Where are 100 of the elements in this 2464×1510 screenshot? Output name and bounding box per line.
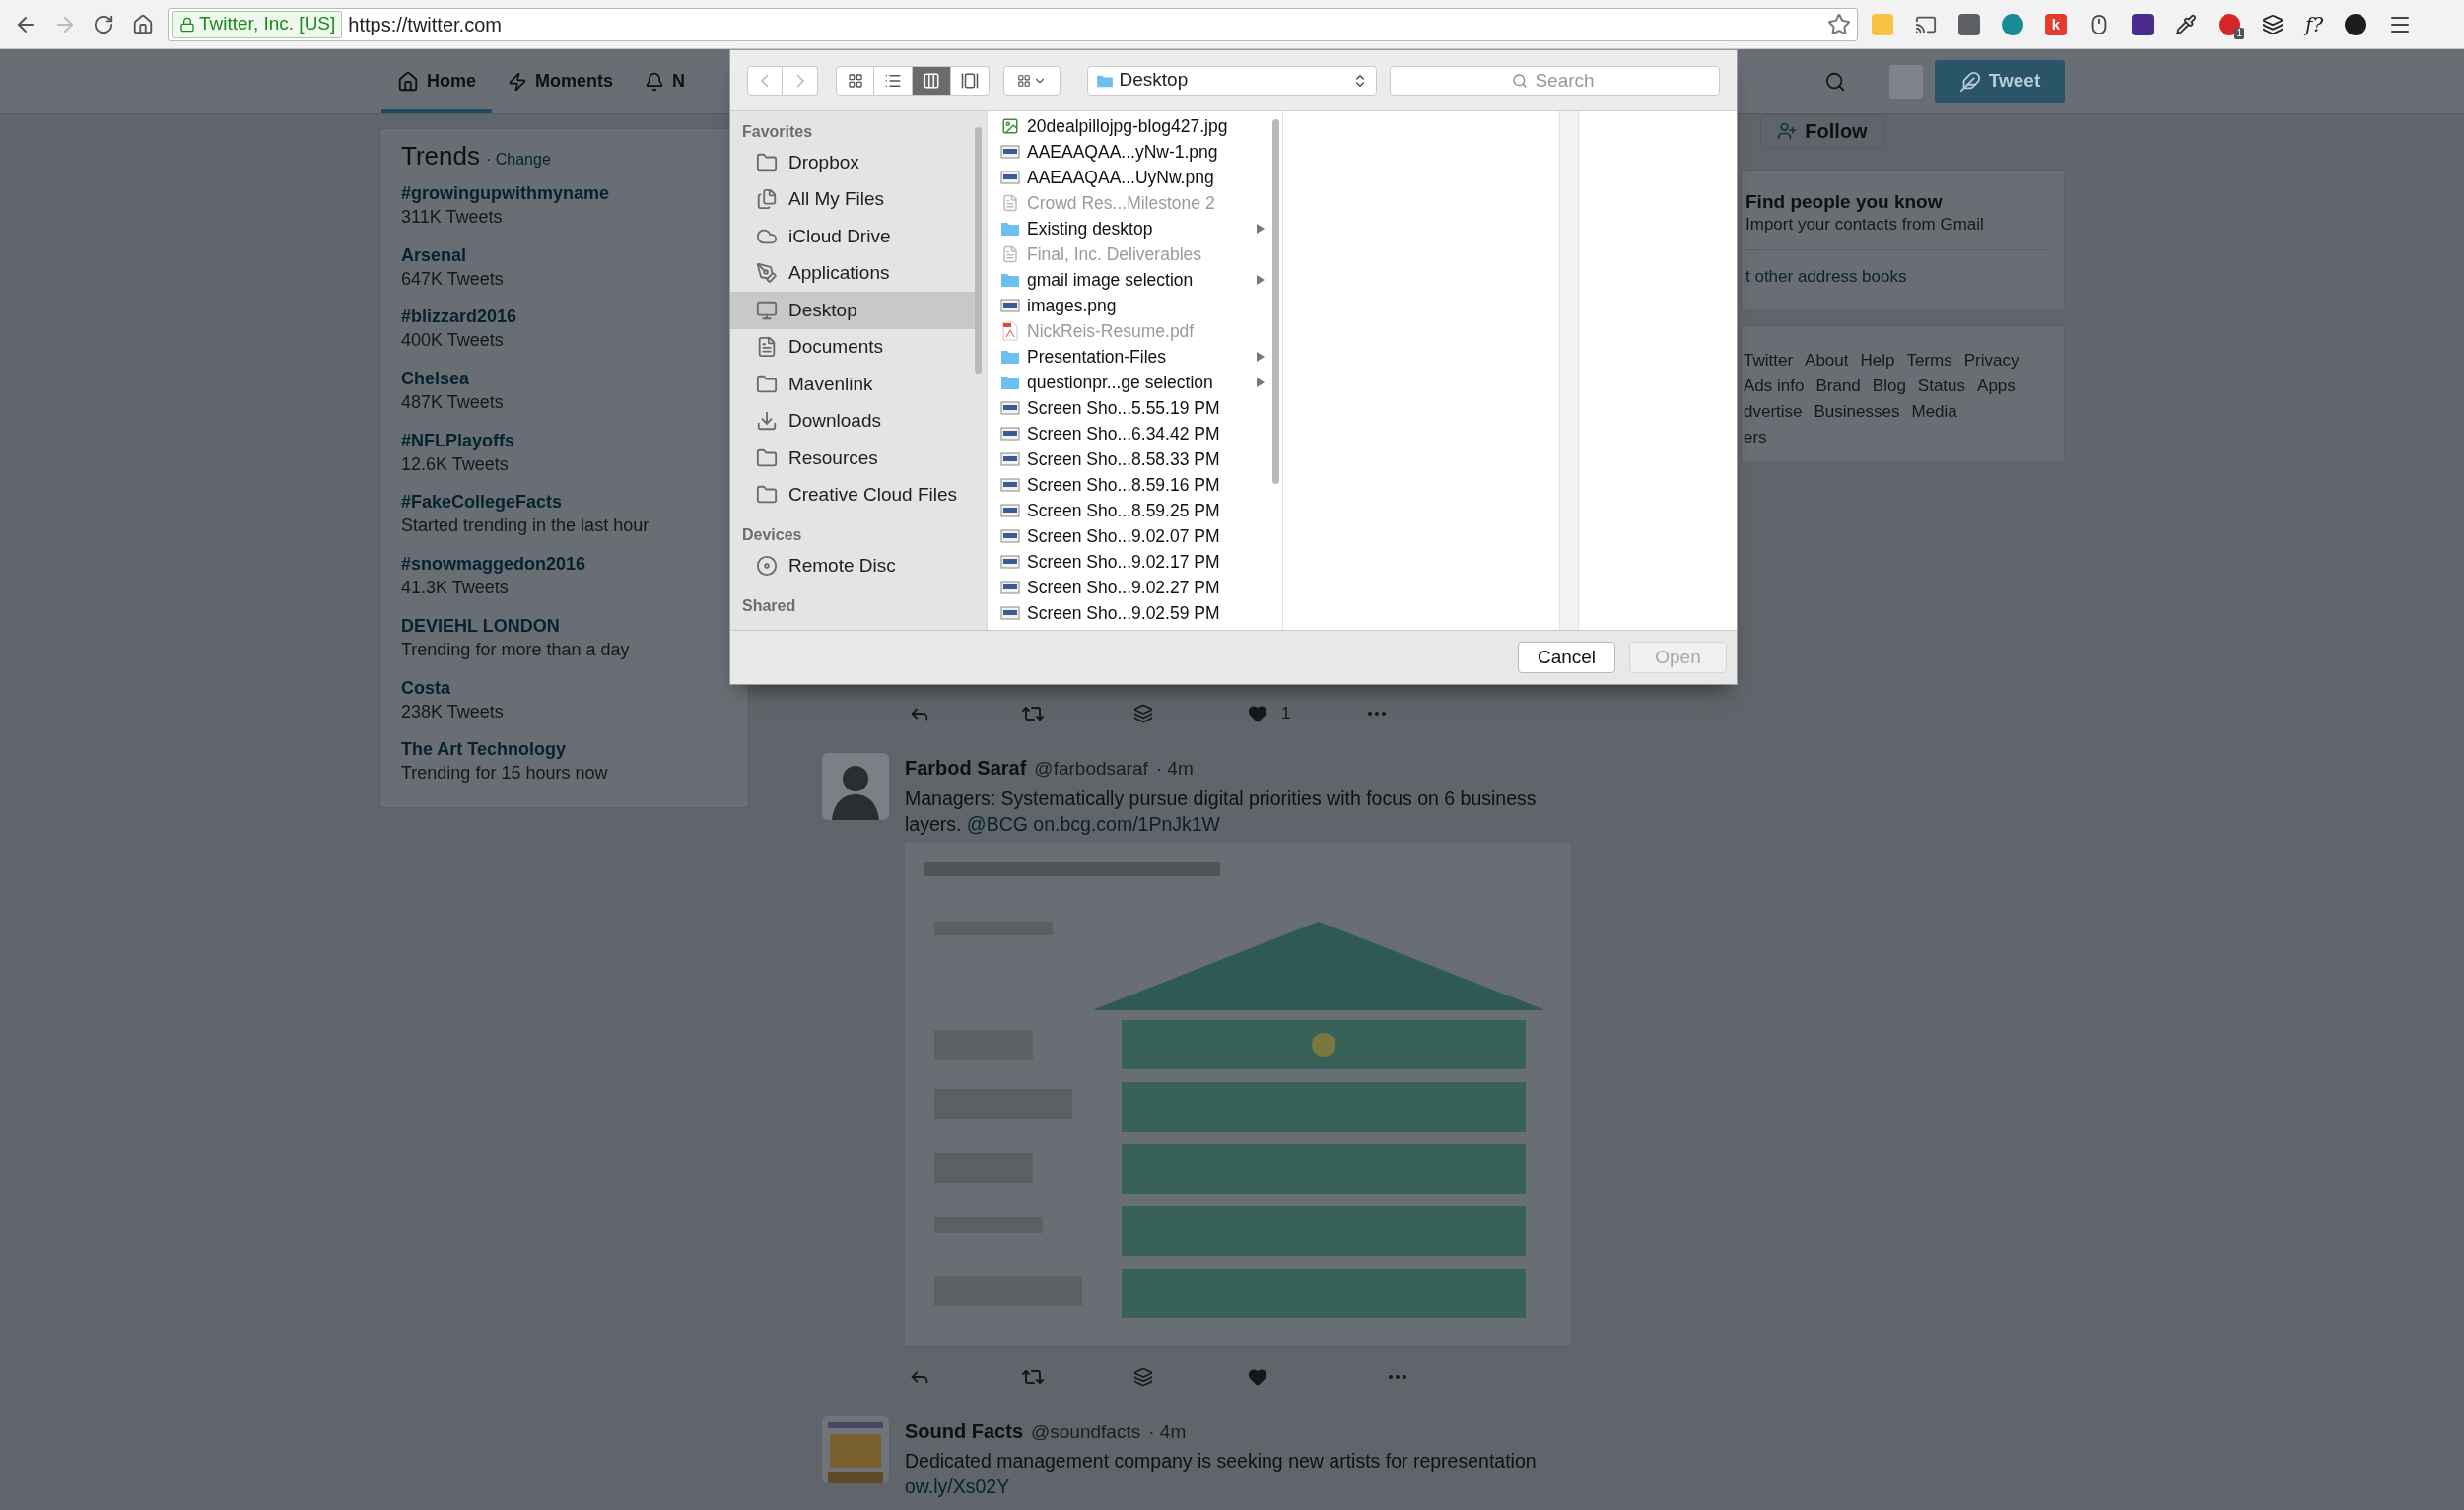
trend-link[interactable]: DEVIEHL LONDON xyxy=(401,613,560,638)
footer-link[interactable]: Media xyxy=(1911,399,1957,425)
author-handle[interactable]: @farbodsaraf xyxy=(1034,755,1148,784)
like-icon[interactable] xyxy=(1248,1366,1267,1387)
sidebar-item[interactable]: Resources xyxy=(730,440,975,477)
file-row[interactable]: images.png xyxy=(988,293,1268,318)
file-row[interactable]: Screen Sho...8.59.16 PM xyxy=(988,472,1268,498)
sidebar-item[interactable]: Applications xyxy=(730,254,975,292)
location-dropdown[interactable]: Desktop xyxy=(1086,65,1377,96)
sidebar-item[interactable]: Documents xyxy=(730,328,975,366)
trend-link[interactable]: Arsenal xyxy=(401,242,467,267)
extension-icon[interactable]: f? xyxy=(2305,14,2324,34)
dialog-button[interactable]: Cancel xyxy=(1518,642,1615,673)
trend-detail: Trending for more than a day xyxy=(401,638,630,661)
file-row[interactable]: Screen Sho...8.59.25 PM xyxy=(988,498,1268,523)
tweet-time[interactable]: · 4m xyxy=(1148,1417,1187,1446)
file-row[interactable]: gmail image selection xyxy=(988,267,1268,293)
like-icon[interactable] xyxy=(1248,704,1267,723)
footer-link[interactable]: Twitter xyxy=(1744,348,1794,374)
footer-link[interactable]: dvertise xyxy=(1744,399,1803,425)
trend-link[interactable]: #snowmaggedon2016 xyxy=(401,552,586,577)
extension-icon[interactable] xyxy=(2345,13,2367,35)
trend-link[interactable]: #NFLPlayoffs xyxy=(401,428,515,452)
sidebar-item[interactable]: Downloads xyxy=(730,402,975,440)
trend-link[interactable]: Costa xyxy=(401,675,450,700)
scrollbar[interactable] xyxy=(975,127,982,374)
file-row[interactable]: AAEAAQAA...yNw-1.png xyxy=(988,139,1268,165)
follow-button[interactable]: Follow xyxy=(1760,114,1884,148)
nav-tab[interactable]: Moments xyxy=(492,49,630,113)
view-mode-button[interactable] xyxy=(874,65,913,96)
nav-tab[interactable]: Home xyxy=(381,49,492,113)
tweet-time[interactable]: · 4m xyxy=(1155,755,1194,784)
author-handle[interactable]: @soundfacts xyxy=(1031,1417,1141,1446)
tweet-link[interactable]: ow.ly/Xs02Y xyxy=(905,1476,1010,1497)
footer-link[interactable]: Apps xyxy=(1977,374,2016,399)
file-row[interactable]: Screen Sho...5.55.19 PM xyxy=(988,395,1268,421)
sidebar-item[interactable]: Creative Cloud Files xyxy=(730,476,975,514)
sidebar-item[interactable]: Desktop xyxy=(730,292,975,329)
trend-link[interactable]: #growingupwithmyname xyxy=(401,181,610,205)
footer-link[interactable]: Brand xyxy=(1815,374,1861,399)
file-row[interactable]: Screen Sho...9.02.07 PM xyxy=(988,523,1268,549)
trend-link[interactable]: Chelsea xyxy=(401,367,470,391)
home-icon[interactable] xyxy=(132,13,154,35)
tweet-link[interactable]: @BCG xyxy=(966,812,1028,835)
search-field[interactable]: Search xyxy=(1390,65,1720,96)
footer-link[interactable]: Businesses xyxy=(1814,399,1900,425)
footer-link[interactable]: Help xyxy=(1860,348,1895,374)
avatar[interactable] xyxy=(822,753,889,820)
reload-icon[interactable] xyxy=(93,13,114,35)
file-row[interactable]: questionpr...ge selection xyxy=(988,370,1268,395)
bookmark-star-icon[interactable] xyxy=(1827,12,1851,36)
file-row[interactable]: AAEAAQAA...UyNw.png xyxy=(988,165,1268,190)
extension-icon[interactable]: k xyxy=(2045,13,2067,35)
view-mode-button[interactable] xyxy=(913,65,951,96)
file-row[interactable]: Screen Sho...8.58.33 PM xyxy=(988,446,1268,472)
tweet-link[interactable]: on.bcg.com/1PnJk1W xyxy=(1033,812,1220,835)
file-row[interactable]: 20dealpillojpg-blog427.jpg xyxy=(988,113,1268,139)
image-file-icon xyxy=(1001,117,1019,135)
file-row[interactable]: Presentation-Files xyxy=(988,344,1268,370)
sidebar-item[interactable]: Mavenlink xyxy=(730,366,975,403)
footer-link[interactable]: Privacy xyxy=(1963,348,2019,374)
extension-icon[interactable] xyxy=(2132,13,2154,35)
trend-link[interactable]: #blizzard2016 xyxy=(401,305,517,329)
footer-link[interactable]: Terms xyxy=(1906,348,1952,374)
change-link[interactable]: · Change xyxy=(485,148,551,172)
scrollbar[interactable] xyxy=(1271,119,1279,484)
trend-link[interactable]: The Art Technology xyxy=(401,737,566,762)
home-icon xyxy=(397,70,419,93)
eyedropper-icon[interactable] xyxy=(2175,13,2197,35)
tweet-button[interactable]: Tweet xyxy=(1935,59,2065,103)
file-row[interactable]: Existing desktop xyxy=(988,216,1268,241)
folder-icon xyxy=(1000,375,1020,390)
file-row[interactable]: Screen Sho...9.02.27 PM xyxy=(988,575,1268,600)
columns-icon xyxy=(923,71,940,90)
footer-link[interactable]: Blog xyxy=(1872,374,1906,399)
layers-icon[interactable] xyxy=(2262,13,2284,35)
arrange-button[interactable] xyxy=(1003,65,1061,96)
footer-link[interactable]: About xyxy=(1805,348,1849,374)
footer-link[interactable]: Ads info xyxy=(1744,374,1805,399)
view-mode-button[interactable] xyxy=(836,65,874,96)
avatar[interactable] xyxy=(822,1415,889,1483)
author-name[interactable]: Farbod Saraf xyxy=(905,753,1027,783)
address-bar[interactable]: Twitter, Inc. [US] https://twitter.com xyxy=(168,7,1858,41)
sidebar-item[interactable]: iCloud Drive xyxy=(730,218,975,255)
file-row[interactable]: Screen Sho...9.02.17 PM xyxy=(988,549,1268,575)
footer-link[interactable]: Status xyxy=(1917,374,1966,399)
file-row[interactable]: Screen Sho...9.02.59 PM xyxy=(988,600,1268,626)
file-row[interactable]: Screen Sho...6.34.42 PM xyxy=(988,421,1268,446)
nav-tab[interactable]: N xyxy=(629,49,702,113)
sidebar-item[interactable]: Remote Disc xyxy=(730,547,975,584)
disc-icon xyxy=(756,554,778,577)
view-mode-button[interactable] xyxy=(951,65,990,96)
trend-link[interactable]: #FakeCollegeFacts xyxy=(401,490,563,515)
sidebar-item[interactable]: Dropbox xyxy=(730,144,975,181)
security-badge[interactable]: Twitter, Inc. [US] xyxy=(172,10,343,38)
sidebar-item[interactable]: All My Files xyxy=(730,180,975,218)
footer-link[interactable]: ers xyxy=(1744,425,1767,450)
author-name[interactable]: Sound Facts xyxy=(905,1415,1023,1446)
address-books-link[interactable]: t other address books xyxy=(1745,264,1907,290)
search-icon[interactable] xyxy=(1824,70,1846,93)
